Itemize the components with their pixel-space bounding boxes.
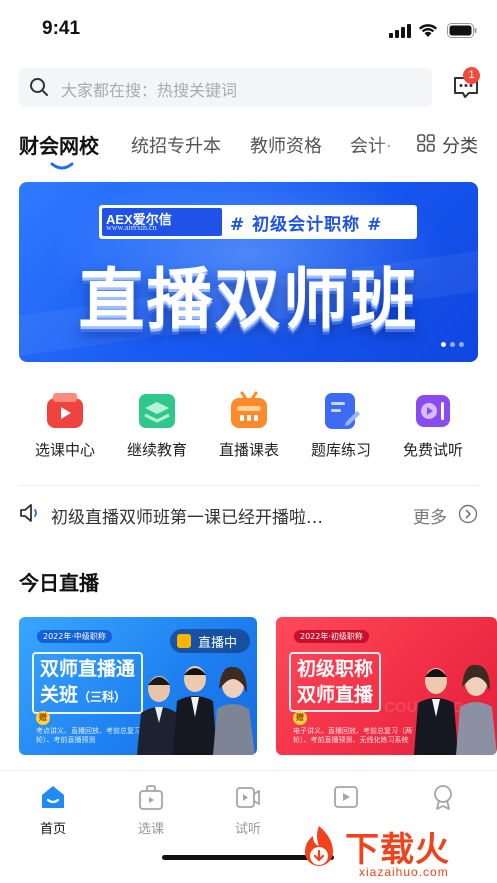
entry-free-trial[interactable]: 免费试听 <box>387 388 479 468</box>
tab-active-indicator <box>50 162 74 170</box>
gift-badge: 赠 <box>36 711 50 725</box>
quick-entries: 选课中心 继续教育 直播课表 题库练习 免费试听 <box>0 388 497 468</box>
category-label: 分类 <box>442 136 478 157</box>
watermark-text: 下载火 <box>345 830 450 870</box>
watermark-url: xiazaihuo.com <box>359 865 449 879</box>
nav-label: 选课 <box>137 822 164 837</box>
live-course-card[interactable]: 2022年·初级职称 COUNTING 初级职称 双师直播 赠 电子讲义、直播回… <box>276 617 497 755</box>
card-title-suffix: （三科） <box>78 690 127 704</box>
search-bar[interactable]: 大家都在搜：热搜关键词 <box>19 68 432 107</box>
entry-label: 选课中心 <box>34 441 95 459</box>
card-title-box: 双师直播通 关班（三科） <box>32 652 144 714</box>
card-year-pill: 2022年·中级职称 <box>37 630 112 643</box>
notice-text: 初级直播双师班第一课已经开播啦… <box>51 508 323 528</box>
entry-label: 题库练习 <box>310 441 371 459</box>
card-title-line2-wrap: 关班（三科） <box>40 682 135 710</box>
live-status-label: 直播中 <box>198 636 238 651</box>
chevron-right-circle-icon[interactable] <box>458 504 478 524</box>
card-title-line2: 关班 <box>40 684 79 706</box>
search-icon <box>30 78 48 96</box>
card-description: 电子讲义、直播回放、考前总复习（两轮）、考前直播预测、无线化练习系统 <box>293 727 412 744</box>
speaker-icon <box>20 504 37 522</box>
teachers-photo <box>414 664 497 755</box>
nav-home[interactable]: 首页 <box>23 781 83 841</box>
profile-icon <box>434 785 452 810</box>
entry-live-schedule[interactable]: 直播课表 <box>203 388 295 468</box>
wifi-icon <box>419 24 437 37</box>
site-watermark: 下载火 xiazaihuo.com <box>293 820 497 883</box>
banner-headline: 直播双师班 <box>78 261 419 338</box>
trial-video-icon <box>236 787 260 808</box>
home-icon <box>42 786 64 808</box>
notice-more-link[interactable]: 更多 <box>413 503 447 528</box>
banner-tag: # 初级会计职称 # <box>230 215 383 235</box>
entry-label: 直播课表 <box>218 441 279 459</box>
message-badge: 1 <box>463 67 480 84</box>
pager-dot <box>459 342 464 347</box>
pager-dot <box>450 342 455 347</box>
live-schedule-icon <box>231 391 267 428</box>
signal-icon <box>389 24 411 38</box>
category-button[interactable]: 分类 <box>410 128 497 164</box>
teachers-photo <box>137 666 255 755</box>
promo-banner[interactable]: AEX爱尔信 www.aierxin.cn # 初级会计职称 # 直播双师班 <box>19 182 478 362</box>
card-title-line1: 双师直播通 <box>40 658 136 680</box>
card-year-pill: 2022年·初级职称 <box>294 630 369 643</box>
tab-jiaoshi[interactable]: 教师资格 <box>250 132 322 158</box>
status-time: 9:41 <box>42 18 81 39</box>
live-course-card[interactable]: 2022年·中级职称 双师直播通 关班（三科） 赠 考点讲义、直播回放、考前总复… <box>19 617 257 755</box>
section-divider <box>19 485 478 486</box>
entry-question-bank[interactable]: 题库练习 <box>295 388 387 468</box>
today-live-title: 今日直播 <box>19 571 99 595</box>
search-placeholder: 大家都在搜：热搜关键词 <box>61 81 238 100</box>
notice-bar[interactable]: 初级直播双师班第一课已经开播啦… 更多 <box>19 495 478 535</box>
banner-tag-box: AEX爱尔信 www.aierxin.cn # 初级会计职称 # <box>99 205 417 239</box>
entry-course-center[interactable]: 选课中心 <box>19 388 111 468</box>
battery-icon <box>447 23 477 38</box>
continuing-education-icon <box>139 394 175 428</box>
tab-tongzhao[interactable]: 统招专升本 <box>131 132 221 158</box>
card-title-line1: 初级职称 <box>297 658 374 680</box>
category-tabs: 财会网校 统招专升本 教师资格 会计· 分类 <box>0 128 497 172</box>
tab-fade <box>376 128 410 164</box>
nav-trial[interactable]: 试听 <box>218 781 278 841</box>
card-title-line2: 双师直播 <box>297 684 374 706</box>
brand-logo-url: www.aierxin.cn <box>106 223 157 232</box>
question-bank-icon <box>325 393 360 429</box>
nav-course[interactable]: 选课 <box>121 781 181 841</box>
course-center-icon <box>47 393 83 428</box>
card-title-box: 初级职称 双师直播 <box>289 652 382 712</box>
live-bars-icon <box>177 634 191 648</box>
brand-logo: AEX爱尔信 www.aierxin.cn <box>102 208 222 236</box>
flame-logo-icon <box>305 826 333 866</box>
live-status-badge: 直播中 <box>170 629 250 653</box>
pager-dot <box>441 342 446 347</box>
free-trial-icon <box>416 395 450 427</box>
gift-badge: 赠 <box>293 711 307 725</box>
entry-continuing-education[interactable]: 继续教育 <box>111 388 203 468</box>
banner-pager <box>437 342 469 350</box>
message-button[interactable]: 1 <box>452 67 480 100</box>
status-bar: 9:41 <box>0 0 497 58</box>
nav-label: 首页 <box>39 822 66 837</box>
grid-icon <box>417 134 435 152</box>
entry-label: 免费试听 <box>402 441 463 459</box>
entry-label: 继续教育 <box>126 441 187 459</box>
tab-caikuai[interactable]: 财会网校 <box>19 130 99 159</box>
course-bag-icon <box>139 785 163 810</box>
play-icon <box>334 786 358 808</box>
nav-label: 试听 <box>234 822 261 837</box>
